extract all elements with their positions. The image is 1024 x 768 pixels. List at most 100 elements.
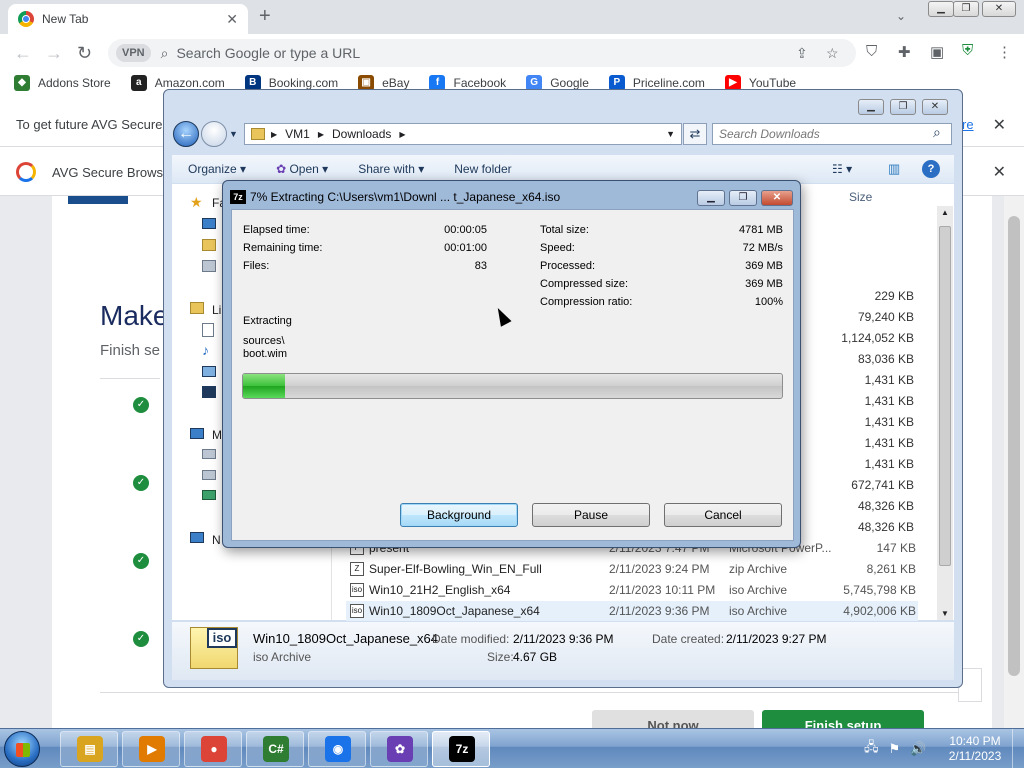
help-icon[interactable]: ? (922, 160, 940, 178)
explorer-address-bar[interactable]: ▶ VM1 ▶ Downloads ▶ ▼ (244, 123, 682, 145)
local-disk-icon (202, 449, 216, 459)
cancel-button[interactable]: Cancel (664, 503, 782, 527)
shield-extension-icon[interactable]: ⛉ (866, 43, 877, 60)
finish-setup-button[interactable]: Finish setup (762, 710, 924, 730)
refresh-icon[interactable]: ⇄ (683, 123, 707, 145)
file-size-cell: 1,124,052 KB (841, 331, 914, 345)
breadcrumb-vm1[interactable]: VM1 (285, 127, 310, 141)
explorer-search-input[interactable]: Search Downloads (712, 123, 952, 145)
taskbar-button[interactable]: ▤ (60, 731, 118, 767)
menu-kebab-icon[interactable]: ⋮ (997, 43, 1012, 61)
share-with-menu[interactable]: Share with ▾ (358, 162, 424, 176)
taskbar-button[interactable]: ● (184, 731, 242, 767)
page-scrollbar[interactable] (1004, 196, 1024, 728)
breadcrumb-downloads[interactable]: Downloads (332, 127, 391, 141)
scrollbar-thumb[interactable] (1008, 216, 1020, 676)
explorer-back-icon[interactable]: ← (173, 121, 199, 147)
nav-network[interactable]: N (212, 533, 221, 547)
restore-button[interactable]: ❐ (953, 1, 979, 17)
vpn-badge[interactable]: VPN (116, 44, 151, 62)
background-button[interactable]: Background (400, 503, 518, 527)
zip-file-icon: Z (350, 562, 364, 576)
infobar-close-icon[interactable]: ✕ (993, 115, 1006, 135)
taskbar-button[interactable]: ✿ (370, 731, 428, 767)
file-size: 147 KB (876, 541, 916, 555)
reload-icon[interactable]: ↻ (77, 43, 92, 63)
scrollbar-thumb[interactable] (939, 226, 951, 566)
details-date-created-label: Date created: (652, 632, 725, 646)
extensions-puzzle-icon[interactable]: ✚ (898, 43, 911, 61)
forward-arrow-icon[interactable]: → (45, 43, 63, 63)
dialog-maximize-button[interactable]: ❐ (729, 190, 757, 206)
tab-close-icon[interactable]: ✕ (226, 11, 238, 28)
libraries-icon (190, 302, 204, 314)
speed-value: 72 MB/s (742, 242, 783, 254)
network-tray-icon[interactable]: 🖧 (864, 738, 879, 760)
file-type: iso Archive (729, 604, 788, 618)
bookmark-star-icon[interactable]: ☆ (826, 45, 839, 62)
nav-libraries[interactable]: Li (212, 303, 221, 317)
explorer-scrollbar[interactable]: ▲ ▼ (937, 206, 953, 620)
tray-clock[interactable]: 10:40 PM 2/11/2023 (940, 734, 1010, 764)
bookmark-item[interactable]: ◆ Addons Store (14, 75, 111, 91)
start-button[interactable] (4, 731, 40, 767)
file-row[interactable]: iso Win10_21H2_English_x64 2/11/2023 10:11… (346, 580, 918, 600)
share-icon[interactable]: ⇪ (796, 45, 808, 62)
breadcrumb-arrow-icon: ▶ (317, 129, 324, 139)
preview-pane-icon[interactable]: ▥ (888, 161, 900, 177)
file-date: 2/11/2023 10:11 PM (609, 583, 716, 597)
scroll-down-arrow-icon[interactable]: ▼ (941, 609, 949, 618)
taskbar-button[interactable]: C# (246, 731, 304, 767)
taskbar-button[interactable]: 7z (432, 731, 490, 767)
not-now-button[interactable]: Not now (592, 710, 754, 730)
taskbar: ▤ ▶ ● C# ◉ ✿ 7z 🖧 ⚑ 🔊 10:40 PM 2/11/2023 (0, 728, 1024, 768)
pause-button[interactable]: Pause (532, 503, 650, 527)
show-desktop-button[interactable] (1012, 729, 1024, 768)
side-panel-icon[interactable]: ▣ (930, 43, 944, 61)
volume-icon[interactable]: 🔊 (910, 741, 926, 757)
avg-shield-icon[interactable]: ⛨ (962, 42, 973, 59)
taskbar-button[interactable]: ▶ (122, 731, 180, 767)
address-dropdown-icon[interactable]: ▼ (666, 129, 675, 139)
infobar-link[interactable]: re (962, 117, 974, 132)
scroll-up-arrow-icon[interactable]: ▲ (941, 208, 949, 217)
new-folder-button[interactable]: New folder (454, 162, 511, 176)
file-row[interactable]: Z Super-Elf-Bowling_Win_EN_Full 2/11/2023 … (346, 559, 918, 579)
details-size: 4.67 GB (513, 650, 558, 664)
taskbar-button[interactable]: ◉ (308, 731, 366, 767)
check-icon: ✓ (133, 397, 149, 413)
tab-search-chevron-icon[interactable]: ⌄ (896, 9, 906, 23)
details-date-modified: 2/11/2023 9:36 PM (513, 632, 614, 646)
explorer-minimize-button[interactable]: ▁ (858, 99, 884, 115)
dvd-drive-icon (202, 470, 216, 480)
back-arrow-icon[interactable]: ← (14, 43, 32, 63)
explorer-close-button[interactable]: ✕ (922, 99, 948, 115)
divider (100, 378, 160, 379)
tab-new-tab[interactable]: New Tab ✕ (8, 4, 248, 34)
infobar-close-icon[interactable]: ✕ (993, 162, 1006, 182)
action-center-flag-icon[interactable]: ⚑ (889, 741, 901, 757)
explorer-forward-icon[interactable] (201, 121, 227, 147)
dialog-minimize-button[interactable]: ▁ (697, 190, 725, 206)
files-value: 83 (474, 260, 487, 272)
open-menu[interactable]: ✿ Open ▾ (276, 162, 328, 176)
network-icon (190, 532, 204, 543)
recent-pages-chevron-icon[interactable]: ▼ (229, 129, 238, 139)
organize-menu[interactable]: Organize ▾ (188, 162, 246, 176)
file-row[interactable]: iso Win10_1809Oct_Japanese_x64 2/11/2023 9… (346, 601, 918, 621)
folder-icon (251, 128, 265, 140)
explorer-maximize-button[interactable]: ❐ (890, 99, 916, 115)
details-date-created: 2/11/2023 9:27 PM (726, 632, 827, 646)
new-tab-button[interactable]: + (259, 6, 271, 26)
size-column-header[interactable]: Size (849, 190, 872, 204)
view-options-icon[interactable]: ☷ ▾ (832, 162, 852, 176)
bookmark-label: YouTube (748, 76, 797, 90)
windows-logo-icon (16, 743, 30, 757)
nav-computer[interactable]: M (212, 428, 222, 442)
minimize-button[interactable]: ▁ (928, 1, 954, 17)
dialog-close-button[interactable]: ✕ (761, 190, 793, 206)
close-window-button[interactable]: ✕ (982, 1, 1016, 17)
progress-fill (243, 374, 285, 398)
elapsed-time-value: 00:00:05 (444, 224, 487, 236)
omnibox[interactable]: VPN ⌕ Search Google or type a URL ⇪ ☆ (108, 39, 856, 67)
